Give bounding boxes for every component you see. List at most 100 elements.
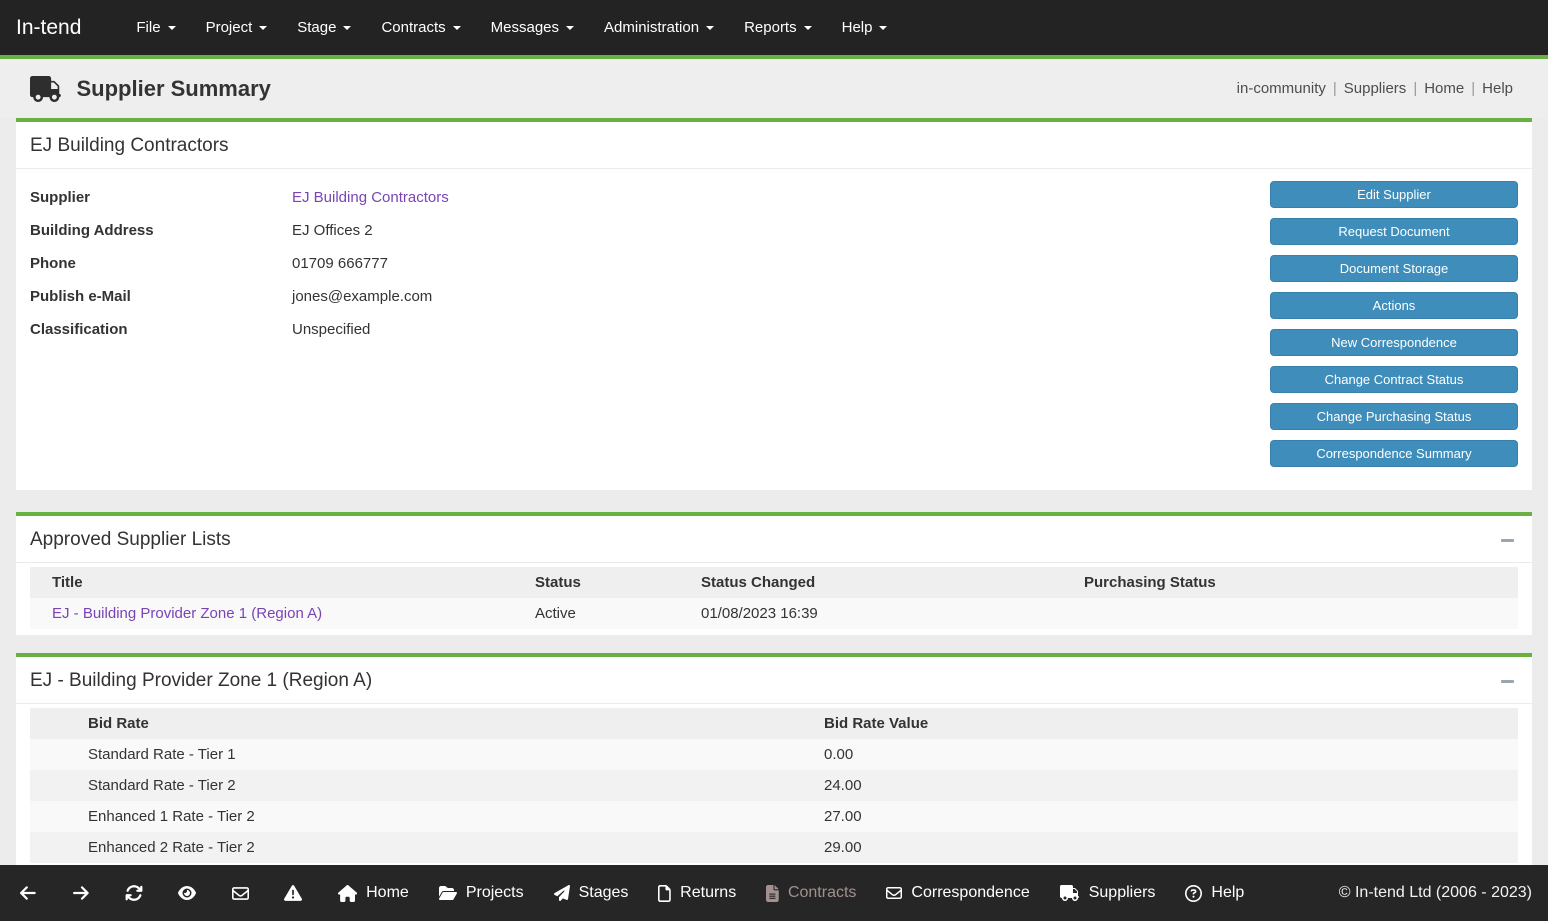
cell-bid-rate-value: 29.00 bbox=[824, 832, 1518, 863]
breadcrumb-link-in-community[interactable]: in-community bbox=[1237, 80, 1326, 97]
supplier-link[interactable]: EJ Building Contractors bbox=[292, 189, 449, 206]
brand-logo[interactable]: In-tend bbox=[16, 16, 81, 40]
back-button[interactable] bbox=[16, 884, 40, 902]
menu-label: File bbox=[136, 19, 160, 36]
field-value: Unspecified bbox=[292, 321, 370, 338]
caret-down-icon bbox=[706, 26, 714, 30]
breadcrumb-link-home[interactable]: Home bbox=[1424, 80, 1464, 97]
table-row: Standard Rate - Tier 2 24.00 bbox=[30, 770, 1518, 801]
col-bid-rate: Bid Rate bbox=[88, 708, 824, 739]
footer-nav-stages[interactable]: Stages bbox=[554, 884, 629, 902]
page-title: Supplier Summary bbox=[77, 76, 271, 102]
minus-icon bbox=[1501, 539, 1514, 542]
copyright-text: © In-tend Ltd (2006 - 2023) bbox=[1339, 884, 1532, 902]
arrow-right-icon bbox=[73, 884, 89, 902]
page-header: Supplier Summary in-community|Suppliers|… bbox=[0, 59, 1548, 118]
cell-bid-rate-value: 27.00 bbox=[824, 801, 1518, 832]
table-row: Standard Rate - Tier 1 0.00 bbox=[30, 739, 1518, 770]
supplier-actions: Edit Supplier Request Document Document … bbox=[1270, 181, 1518, 477]
breadcrumb-separator: | bbox=[1413, 80, 1417, 97]
footer-nav-home[interactable]: Home bbox=[338, 884, 409, 902]
top-navbar: In-tend File Project Stage Contracts Mes… bbox=[0, 0, 1548, 55]
footer-nav-returns[interactable]: Returns bbox=[658, 884, 736, 902]
collapse-panel-button[interactable] bbox=[1499, 676, 1516, 687]
breadcrumb-link-help[interactable]: Help bbox=[1482, 80, 1513, 97]
caret-down-icon bbox=[879, 26, 887, 30]
menu-label: Stage bbox=[297, 19, 336, 36]
field-label: Publish e-Mail bbox=[30, 288, 292, 305]
caret-down-icon bbox=[168, 26, 176, 30]
arrow-left-icon bbox=[20, 884, 36, 902]
change-contract-status-button[interactable]: Change Contract Status bbox=[1270, 366, 1518, 393]
spacer-cell bbox=[30, 832, 88, 863]
footer-nav-label: Suppliers bbox=[1089, 884, 1156, 902]
spacer-cell bbox=[30, 770, 88, 801]
actions-button[interactable]: Actions bbox=[1270, 292, 1518, 319]
table-row: Enhanced 2 Rate - Tier 2 29.00 bbox=[30, 832, 1518, 863]
collapse-panel-button[interactable] bbox=[1499, 535, 1516, 546]
messages-button[interactable] bbox=[228, 885, 252, 902]
cell-bid-rate: Enhanced 1 Rate - Tier 2 bbox=[88, 801, 824, 832]
field-value: EJ Offices 2 bbox=[292, 222, 373, 239]
menu-contracts[interactable]: Contracts bbox=[366, 0, 475, 55]
menu-label: Administration bbox=[604, 19, 699, 36]
col-status: Status bbox=[535, 567, 701, 598]
breadcrumb-link-suppliers[interactable]: Suppliers bbox=[1344, 80, 1407, 97]
forward-button[interactable] bbox=[69, 884, 93, 902]
footer-nav-label: Contracts bbox=[788, 884, 856, 902]
footer-nav-correspondence[interactable]: Correspondence bbox=[886, 884, 1029, 902]
table-row: EJ - Building Provider Zone 1 (Region A)… bbox=[30, 598, 1518, 629]
cell-bid-rate: Standard Rate - Tier 2 bbox=[88, 770, 824, 801]
footer-nav-projects[interactable]: Projects bbox=[439, 884, 524, 902]
refresh-icon bbox=[125, 884, 143, 902]
refresh-button[interactable] bbox=[122, 884, 146, 902]
footer-nav-label: Help bbox=[1211, 884, 1244, 902]
footer-nav-label: Projects bbox=[466, 884, 524, 902]
supplier-panel-title: EJ Building Contractors bbox=[30, 135, 229, 157]
cell-title: EJ - Building Provider Zone 1 (Region A) bbox=[52, 598, 535, 629]
menu-messages[interactable]: Messages bbox=[476, 0, 589, 55]
footer-nav-help[interactable]: Help bbox=[1185, 884, 1244, 902]
correspondence-summary-button[interactable]: Correspondence Summary bbox=[1270, 440, 1518, 467]
supplier-panel-body: Supplier EJ Building Contractors Buildin… bbox=[16, 169, 1532, 490]
envelope-icon bbox=[232, 885, 249, 902]
alerts-button[interactable] bbox=[281, 884, 305, 902]
col-status-changed: Status Changed bbox=[701, 567, 1084, 598]
document-storage-button[interactable]: Document Storage bbox=[1270, 255, 1518, 282]
footer-nav-label: Returns bbox=[680, 884, 736, 902]
new-correspondence-button[interactable]: New Correspondence bbox=[1270, 329, 1518, 356]
home-icon bbox=[338, 885, 357, 902]
spacer-cell bbox=[30, 739, 88, 770]
footer-nav-contracts-active[interactable]: Contracts bbox=[766, 884, 856, 902]
footer-toolbar: Home Projects Stages Returns Contracts C… bbox=[0, 865, 1548, 921]
truck-icon bbox=[30, 76, 63, 102]
approved-list-link[interactable]: EJ - Building Provider Zone 1 (Region A) bbox=[52, 605, 322, 622]
caret-down-icon bbox=[804, 26, 812, 30]
question-circle-icon bbox=[1185, 885, 1202, 902]
truck-icon bbox=[1060, 885, 1080, 901]
envelope-icon bbox=[886, 885, 902, 901]
spacer-cell bbox=[30, 801, 88, 832]
menu-administration[interactable]: Administration bbox=[589, 0, 729, 55]
table-header-row: Title Status Status Changed Purchasing S… bbox=[30, 567, 1518, 598]
field-label: Supplier bbox=[30, 189, 292, 206]
menu-stage[interactable]: Stage bbox=[282, 0, 366, 55]
breadcrumb: in-community|Suppliers|Home|Help bbox=[1237, 80, 1513, 97]
change-purchasing-status-button[interactable]: Change Purchasing Status bbox=[1270, 403, 1518, 430]
menu-help[interactable]: Help bbox=[827, 0, 903, 55]
watch-button[interactable] bbox=[175, 885, 199, 901]
approved-lists-title: Approved Supplier Lists bbox=[30, 529, 231, 551]
field-label: Phone bbox=[30, 255, 292, 272]
request-document-button[interactable]: Request Document bbox=[1270, 218, 1518, 245]
approved-lists-table-wrap: Title Status Status Changed Purchasing S… bbox=[16, 563, 1532, 635]
bid-rates-table-wrap: Bid Rate Bid Rate Value Standard Rate - … bbox=[16, 704, 1532, 869]
footer-nav-suppliers[interactable]: Suppliers bbox=[1060, 884, 1156, 902]
menu-file[interactable]: File bbox=[121, 0, 190, 55]
menu-reports[interactable]: Reports bbox=[729, 0, 827, 55]
spacer-cell bbox=[30, 567, 52, 598]
edit-supplier-button[interactable]: Edit Supplier bbox=[1270, 181, 1518, 208]
col-bid-rate-value: Bid Rate Value bbox=[824, 708, 1518, 739]
menu-project[interactable]: Project bbox=[191, 0, 283, 55]
paper-plane-icon bbox=[554, 885, 570, 901]
main-menu: File Project Stage Contracts Messages Ad… bbox=[121, 0, 902, 55]
